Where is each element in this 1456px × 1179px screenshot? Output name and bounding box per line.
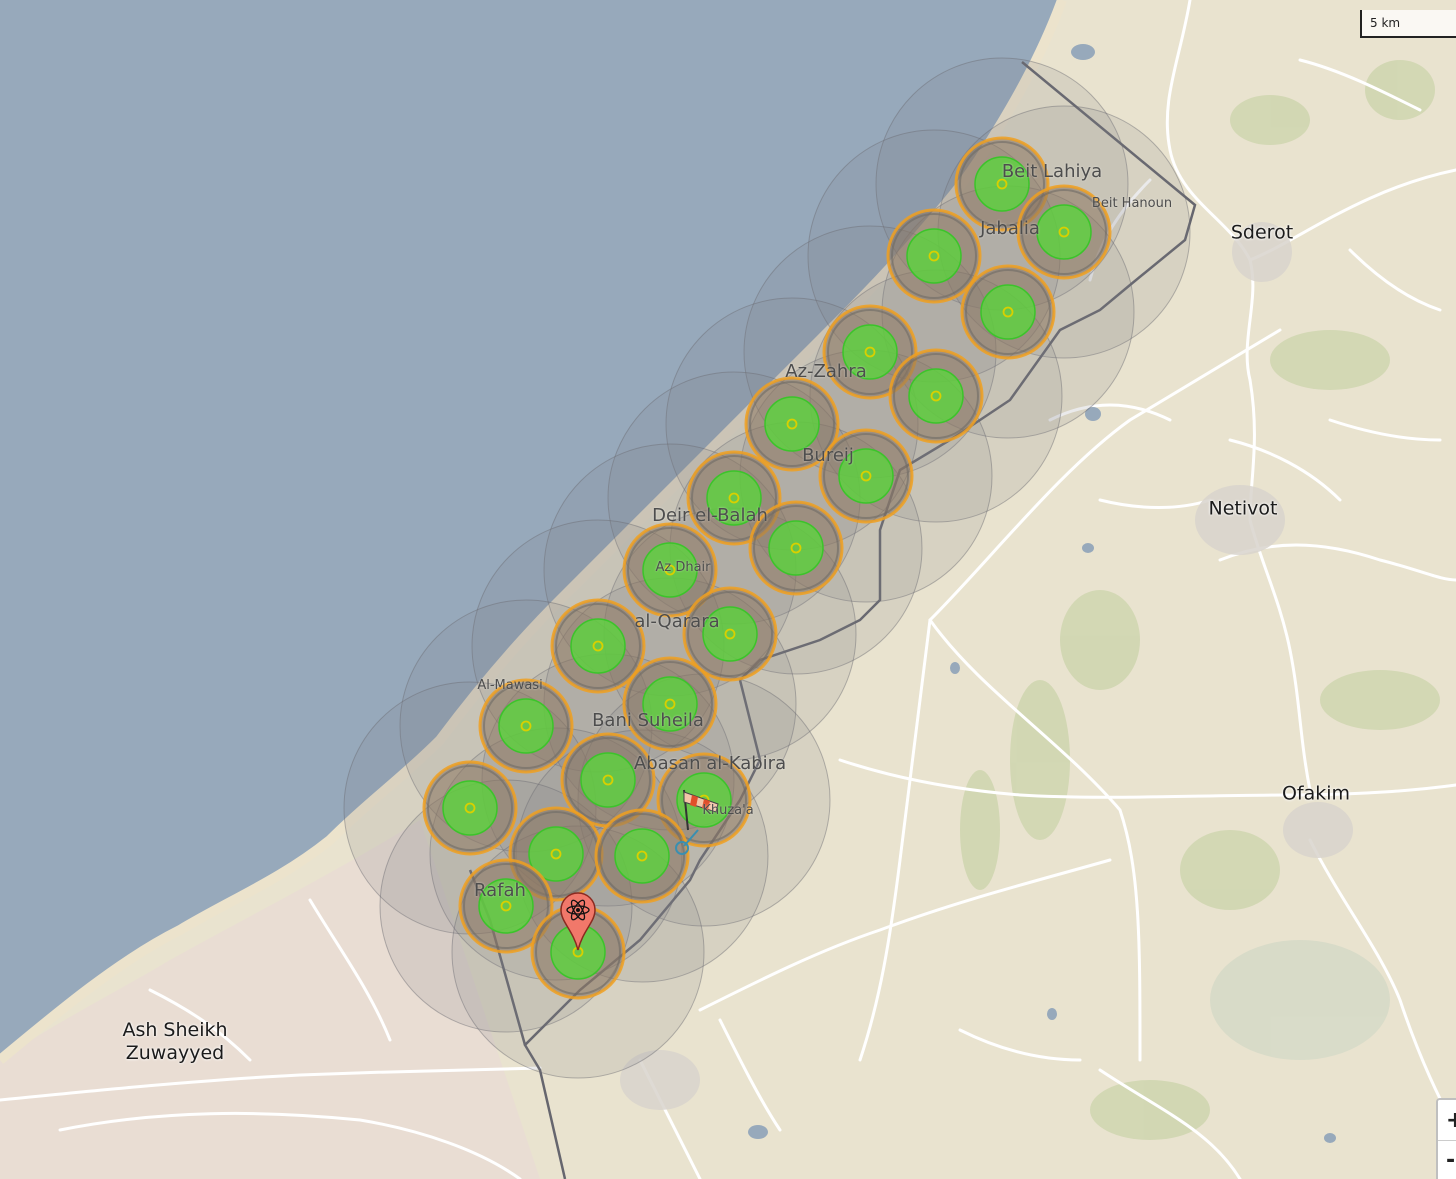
coverage-core [908, 368, 964, 424]
place-label-beit-lahiya: Beit Lahiya [1001, 161, 1103, 183]
coverage-site[interactable] [886, 208, 982, 304]
scale-bar: 5 km [1360, 10, 1456, 38]
coverage-core [764, 396, 820, 452]
coverage-site[interactable] [594, 808, 690, 904]
place-label-az-dhair: Az Dhair [655, 560, 711, 576]
zoom-in-button[interactable]: + [1438, 1100, 1456, 1140]
map-canvas[interactable] [0, 0, 1456, 1179]
coverage-core [570, 618, 626, 674]
map-view[interactable]: Beit Lahiya Beit Hanoun Jabalia Sderot A… [0, 0, 1456, 1179]
place-label-netivot: Netivot [1208, 497, 1278, 520]
zoom-out-button[interactable]: - [1438, 1140, 1456, 1179]
coverage-site[interactable] [960, 264, 1056, 360]
place-label-rafah: Rafah [474, 880, 526, 902]
coverage-site[interactable] [622, 656, 718, 752]
place-label-al-mawasi: Al-Mawasi [477, 678, 543, 694]
place-label-bureij: Bureij [802, 445, 854, 467]
place-label-khuzaa: Khuza'a [702, 803, 754, 819]
coverage-site[interactable] [888, 348, 984, 444]
scale-label: 5 km [1370, 16, 1401, 30]
place-label-al-qarara: al-Qarara [634, 611, 720, 633]
coverage-core [580, 752, 636, 808]
coverage-core [906, 228, 962, 284]
place-label-abasan-al-kabira: Abasan al-Kabira [633, 753, 787, 775]
place-label-ofakim: Ofakim [1281, 782, 1351, 805]
coverage-site[interactable] [818, 428, 914, 524]
coverage-core [1036, 204, 1092, 260]
place-label-sderot: Sderot [1230, 221, 1294, 244]
coverage-site[interactable] [478, 678, 574, 774]
coverage-core [498, 698, 554, 754]
place-label-bani-suheila: Bani Suheila [592, 710, 704, 732]
coverage-core [442, 780, 498, 836]
place-label-ash-sheikh-zuwayyed: Ash Sheikh Zuwayyed [122, 1019, 228, 1064]
place-label-beit-hanoun: Beit Hanoun [1091, 196, 1173, 212]
place-label-deir-el-balah: Deir el-Balah [652, 505, 768, 527]
coverage-core [768, 520, 824, 576]
zoom-control: + - [1436, 1098, 1456, 1179]
place-label-az-zahra: Az-Zahra [785, 361, 867, 383]
place-label-jabalia: Jabalia [980, 218, 1040, 240]
coverage-core [614, 828, 670, 884]
coverage-core [980, 284, 1036, 340]
coverage-site[interactable] [422, 760, 518, 856]
